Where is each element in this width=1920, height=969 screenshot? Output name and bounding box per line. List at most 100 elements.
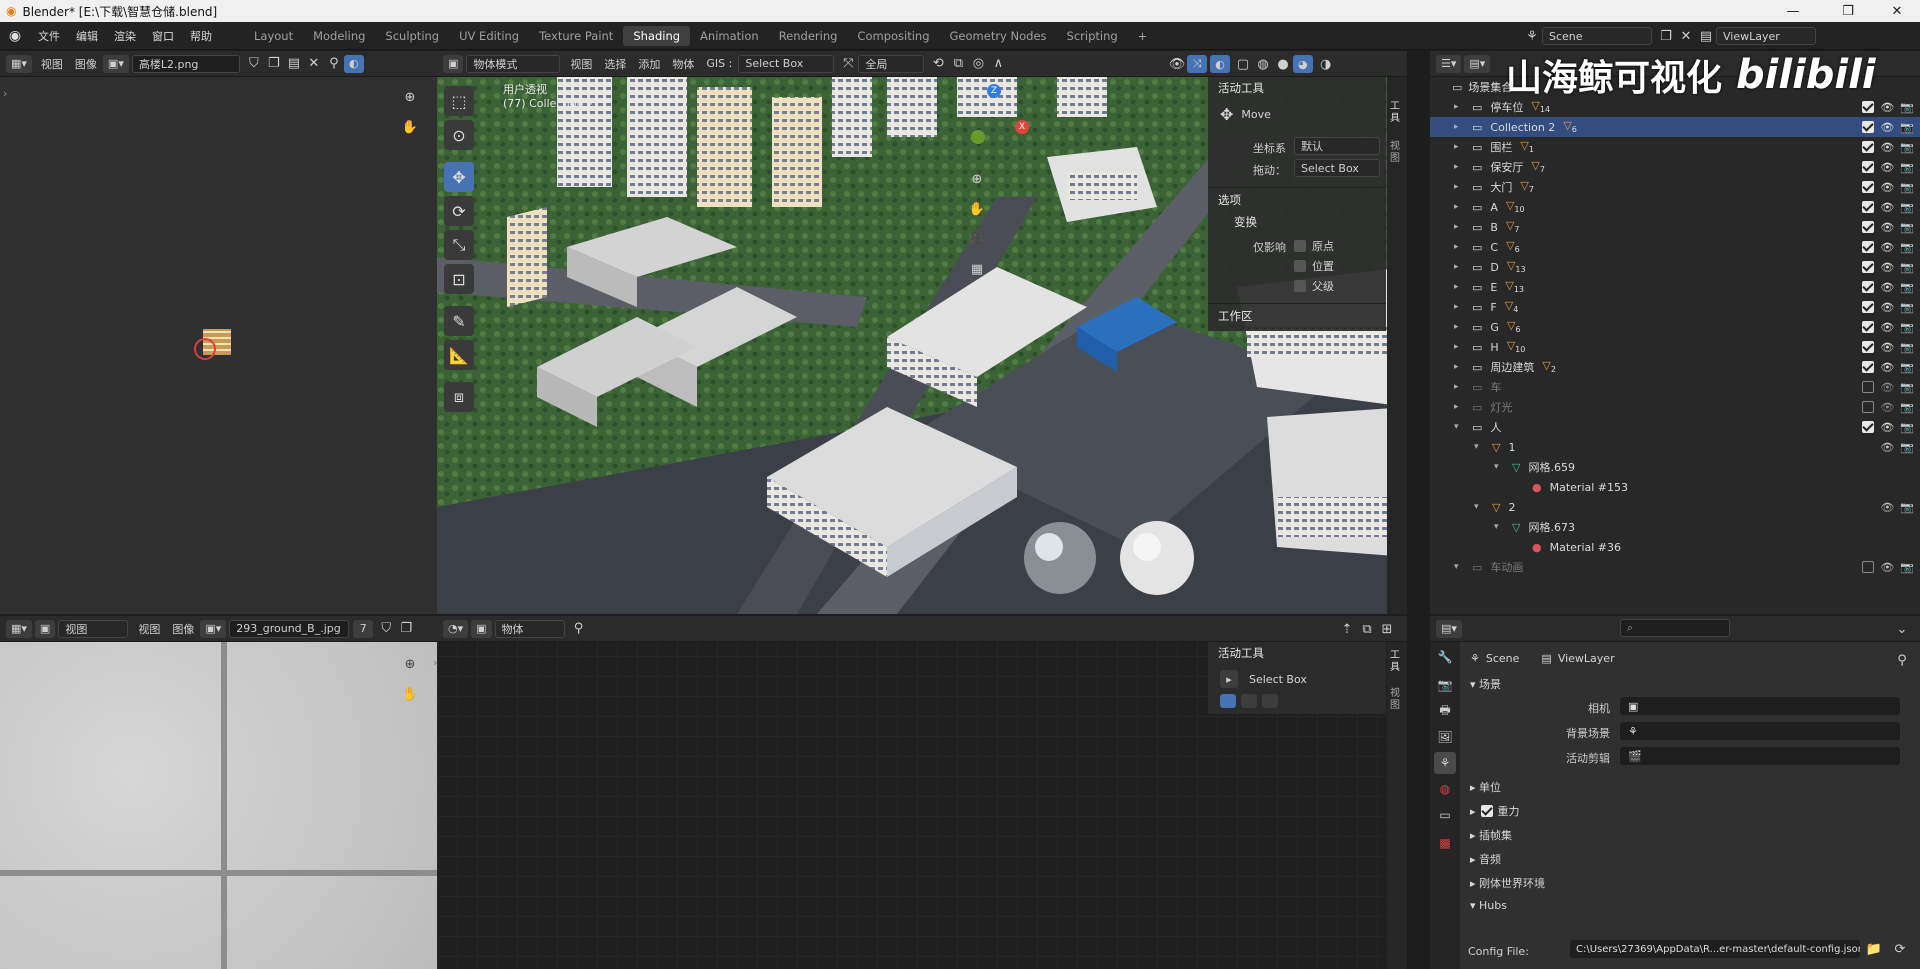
node-sidebar-tab-tool[interactable]: 工具 (1390, 650, 1404, 674)
minimize-button[interactable]: — (1770, 0, 1816, 22)
expand-arrow-icon[interactable]: ▸ (1454, 102, 1468, 112)
affect-origin-checkbox[interactable] (1294, 240, 1306, 252)
tab-render-icon[interactable]: 📷 (1434, 674, 1456, 696)
exclude-checkbox[interactable] (1862, 381, 1875, 393)
background-scene-field[interactable]: ⚘ (1620, 722, 1900, 740)
render-camera-icon[interactable]: 📷 (1900, 501, 1914, 514)
expand-arrow-icon[interactable]: ▾ (1454, 422, 1468, 432)
pivot-icon[interactable]: ⟲ (928, 54, 948, 74)
exclude-checkbox[interactable] (1862, 401, 1875, 413)
close-window-button[interactable]: ✕ (1874, 0, 1920, 22)
outliner-collection-row[interactable]: ▸ ▭ G ▽6 👁 📷 (1430, 317, 1920, 337)
exclude-checkbox[interactable] (1862, 141, 1875, 153)
properties-options-icon[interactable]: ⌄ (1892, 619, 1912, 639)
render-camera-icon[interactable]: 📷 (1900, 441, 1914, 454)
outliner-collection-row[interactable]: ▸ ▭ Collection 2 ▽6 👁 📷 (1430, 117, 1920, 137)
workspace-section[interactable]: 工作区 (1208, 305, 1253, 327)
outliner-root[interactable]: ▭ 场景集合 (1430, 77, 1920, 97)
eye-icon[interactable]: 👁 (1880, 501, 1894, 514)
eye-icon[interactable]: 👁 (1880, 221, 1894, 234)
config-file-field[interactable]: C:\Users\27369\AppData\R...er-master\def… (1570, 940, 1860, 958)
options-section[interactable]: 选项 (1208, 189, 1241, 211)
tab-texture-paint[interactable]: Texture Paint (529, 26, 623, 46)
outliner-child-row[interactable]: ▾ ▽ 网格.659 (1430, 457, 1920, 477)
outliner-collection-row[interactable]: ▾ ▭ 人 👁 📷 (1430, 417, 1920, 437)
properties-search[interactable]: ⌕ (1620, 619, 1730, 637)
tab-geometry-nodes[interactable]: Geometry Nodes (940, 26, 1057, 46)
expand-arrow-icon[interactable]: ▸ (1454, 402, 1468, 412)
new-image-icon[interactable]: ❐ (264, 54, 284, 74)
gravity-checkbox[interactable] (1480, 805, 1493, 817)
eye-icon[interactable]: 👁 (1880, 281, 1894, 294)
outliner-collection-row[interactable]: ▸ ▭ E ▽13 👁 📷 (1430, 277, 1920, 297)
rigid-body-world-section[interactable]: ▸ 刚体世界环境 (1470, 875, 1545, 891)
outliner-editor-type[interactable]: ☰▾ (1436, 54, 1462, 73)
eye-icon[interactable]: 👁 (1880, 121, 1894, 134)
shader-node-editor[interactable]: ◔▾ ▣ 物体 ⚲ ⇡ ⧉ ⊞ › 活动工具 ▸ Select Box 工具 视… (433, 616, 1407, 969)
menu-render[interactable]: 渲染 (106, 28, 144, 44)
pin-icon[interactable]: ⚲ (324, 54, 344, 74)
expand-arrow-icon[interactable]: ▸ (1454, 202, 1468, 212)
tab-tool-icon[interactable]: 🔧 (1434, 646, 1456, 668)
tool-rotate[interactable]: ⟳ (444, 196, 474, 226)
snap-icon[interactable]: ⧉ (948, 54, 968, 74)
exclude-checkbox[interactable] (1862, 301, 1875, 313)
eye-icon[interactable]: 👁 (1880, 441, 1894, 454)
menu-help[interactable]: 帮助 (182, 28, 220, 44)
outliner-collection-row[interactable]: ▸ ▭ 周边建筑 ▽2 👁 📷 (1430, 357, 1920, 377)
expand-arrow-icon[interactable]: ▸ (1454, 342, 1468, 352)
outliner-child-row[interactable]: ▾ ▭ 车动画 👁 📷 (1430, 557, 1920, 577)
exclude-checkbox[interactable] (1862, 361, 1875, 373)
3d-viewport[interactable]: ▣ 物体模式 视图 选择 添加 物体 GIS : Select Box ⤧ 全局… (437, 51, 1407, 614)
bottom-fake-user-icon[interactable]: ⛉ (376, 619, 396, 639)
tool-cursor[interactable]: ⊙ (444, 120, 474, 150)
2d-cursor-icon[interactable] (194, 338, 216, 360)
render-camera-icon[interactable]: 📷 (1900, 101, 1914, 114)
outliner-collection-row[interactable]: ▸ ▭ A ▽10 👁 📷 (1430, 197, 1920, 217)
camera-field[interactable]: ▣ (1620, 697, 1900, 715)
expand-arrow-icon[interactable]: ▸ (1454, 122, 1468, 132)
node-toolbar-expand-icon[interactable]: › (433, 656, 437, 669)
render-camera-icon[interactable]: 📷 (1900, 301, 1914, 314)
image-image-menu[interactable]: 图像 (69, 56, 103, 72)
expand-arrow-icon[interactable]: ▸ (1454, 262, 1468, 272)
outliner-collection-row[interactable]: ▸ ▭ 车 👁 📷 (1430, 377, 1920, 397)
outliner-child-row[interactable]: ● Material #153 (1430, 477, 1920, 497)
render-camera-icon[interactable]: 📷 (1900, 241, 1914, 254)
tab-rendering[interactable]: Rendering (769, 26, 848, 46)
coord-system-dropdown[interactable]: 默认 (1294, 137, 1380, 155)
tab-scene-icon[interactable]: ⚘ (1434, 752, 1456, 774)
pan-hand-icon[interactable]: ✋ (400, 117, 420, 137)
tool-move[interactable]: ✥ (444, 162, 474, 192)
active-clip-field[interactable]: 🎬 (1620, 747, 1900, 765)
expand-arrow-icon[interactable]: ▸ (1454, 142, 1468, 152)
bottom-image-browse[interactable]: ▣▾ (200, 619, 227, 638)
editor-type-button-bottom[interactable]: ▦▾ (6, 619, 32, 638)
tab-compositing[interactable]: Compositing (847, 26, 939, 46)
shading-rendered-icon[interactable]: ◑ (1316, 54, 1336, 74)
exclude-checkbox[interactable] (1862, 421, 1875, 433)
expand-arrow-icon[interactable]: ▸ (1454, 282, 1468, 292)
eye-icon[interactable]: 👁 (1880, 261, 1894, 274)
select-tool-dropdown[interactable]: Select Box (738, 54, 835, 73)
viewport-object-menu[interactable]: 物体 (666, 56, 700, 72)
expand-arrow-icon[interactable]: ▸ (1454, 322, 1468, 332)
gravity-section[interactable]: ▸ 重力 (1470, 803, 1520, 819)
shading-material-icon[interactable]: ◕ (1293, 55, 1313, 73)
outliner-child-row[interactable]: ▾ ▽ 1 👁 📷 (1430, 437, 1920, 457)
xray-icon[interactable]: ▢ (1233, 54, 1253, 74)
render-camera-icon[interactable]: 📷 (1900, 261, 1914, 274)
image-editor-top[interactable]: ▦▾ 视图 图像 ▣▾ 高楼L2.png ⛉ ❐ ▤ ✕ ⚲ ◐ ⊕ ✋ › (0, 51, 437, 614)
gizmo-z-icon[interactable]: Z (987, 84, 1001, 98)
viewport-pan-icon[interactable]: ✋ (967, 199, 987, 219)
eye-icon[interactable]: 👁 (1880, 241, 1894, 254)
exclude-checkbox[interactable] (1862, 561, 1875, 573)
tab-modeling[interactable]: Modeling (303, 26, 375, 46)
tab-output-icon[interactable]: 🖶 (1434, 700, 1456, 722)
select-mode-extend-icon[interactable] (1241, 694, 1257, 708)
navigation-gizmo[interactable]: Z X (963, 84, 1031, 152)
tool-transform[interactable]: ⊡ (444, 264, 474, 294)
mode-selector[interactable]: 物体模式 (466, 54, 561, 73)
fake-user-icon[interactable]: ⛉ (244, 54, 264, 74)
image-view-menu[interactable]: 视图 (35, 56, 69, 72)
